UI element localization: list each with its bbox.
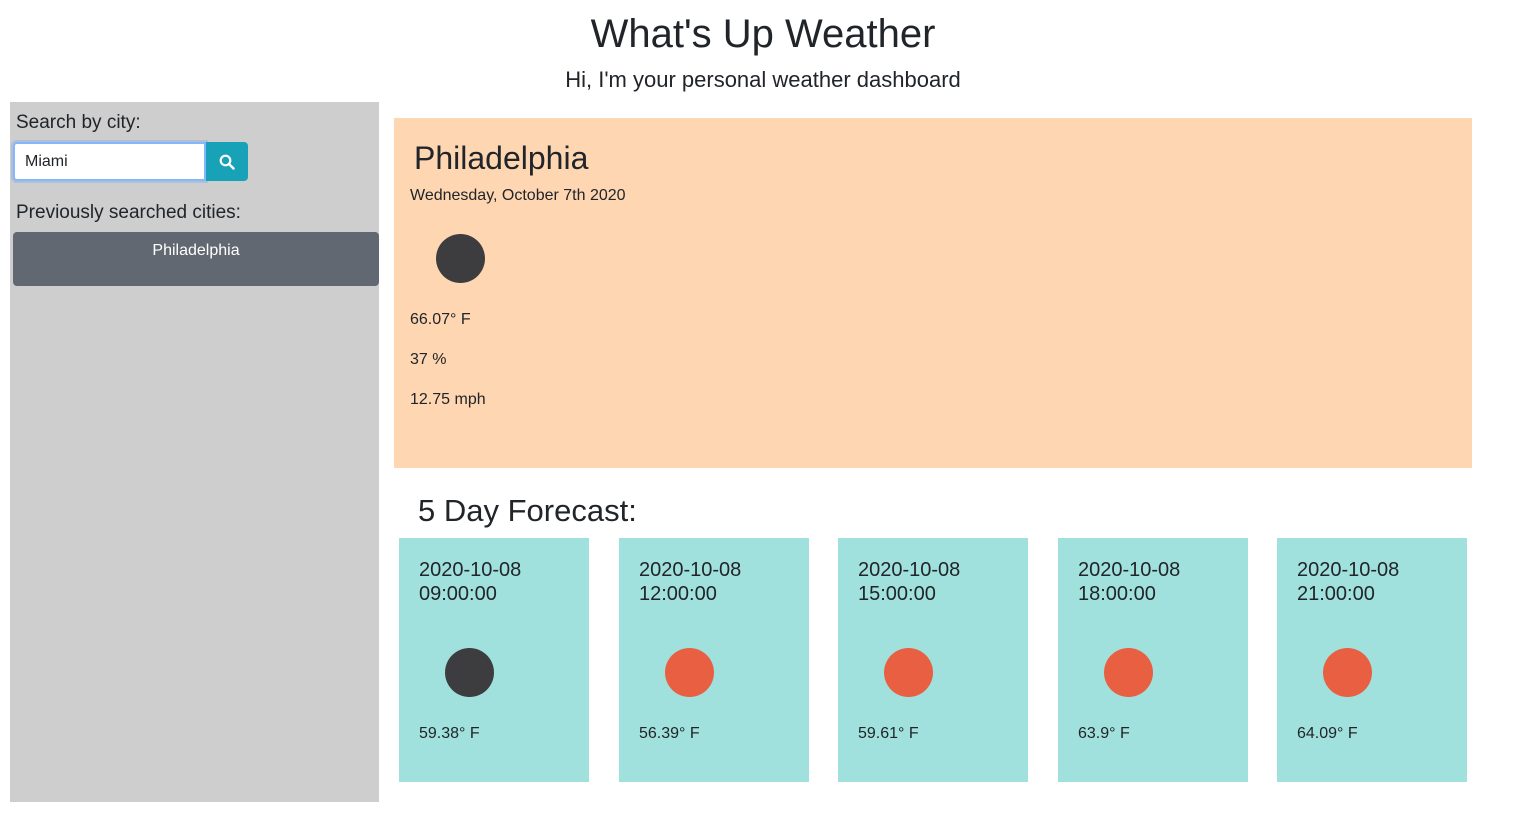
current-city: Philadelphia (414, 140, 589, 176)
weather-icon (665, 648, 714, 697)
current-humidity: 37 % (410, 351, 447, 368)
weather-icon (445, 648, 494, 697)
forecast-date: 2020-10-08 21:00:00 (1297, 559, 1400, 605)
current-wind-speed: 12.75 mph (410, 391, 486, 408)
page-title: What's Up Weather (590, 12, 936, 56)
forecast-card: 2020-10-08 18:00:00 63.9° F (1058, 538, 1248, 782)
weather-icon (436, 234, 485, 283)
forecast-date: 2020-10-08 15:00:00 (858, 559, 961, 605)
forecast-temperature: 59.61° F (858, 725, 919, 742)
forecast-temperature: 59.38° F (419, 725, 480, 742)
current-weather-panel: Philadelphia Wednesday, October 7th 2020… (394, 118, 1472, 468)
weather-icon (884, 648, 933, 697)
search-label: Search by city: (16, 112, 141, 133)
current-date: Wednesday, October 7th 2020 (410, 187, 626, 204)
forecast-temperature: 56.39° F (639, 725, 700, 742)
forecast-card: 2020-10-08 21:00:00 64.09° F (1277, 538, 1467, 782)
forecast-temperature: 63.9° F (1078, 725, 1130, 742)
page-subtitle: Hi, I'm your personal weather dashboard (565, 67, 961, 92)
search-button[interactable] (206, 142, 248, 181)
forecast-date: 2020-10-08 12:00:00 (639, 559, 742, 605)
forecast-temperature: 64.09° F (1297, 725, 1358, 742)
forecast-card: 2020-10-08 12:00:00 56.39° F (619, 538, 809, 782)
current-temperature: 66.07° F (410, 311, 471, 328)
forecast-card: 2020-10-08 15:00:00 59.61° F (838, 538, 1028, 782)
forecast-title: 5 Day Forecast: (418, 493, 637, 528)
weather-icon (1104, 648, 1153, 697)
city-search-input[interactable] (13, 142, 206, 181)
forecast-card: 2020-10-08 09:00:00 59.38° F (399, 538, 589, 782)
weather-icon (1323, 648, 1372, 697)
search-icon (219, 154, 235, 170)
history-label: Previously searched cities: (16, 202, 241, 223)
forecast-date: 2020-10-08 18:00:00 (1078, 559, 1181, 605)
forecast-date: 2020-10-08 09:00:00 (419, 559, 522, 605)
sidebar: Search by city: Previously searched citi… (10, 102, 379, 802)
search-group (13, 142, 248, 181)
history-item-philadelphia[interactable]: Philadelphia (13, 232, 379, 286)
